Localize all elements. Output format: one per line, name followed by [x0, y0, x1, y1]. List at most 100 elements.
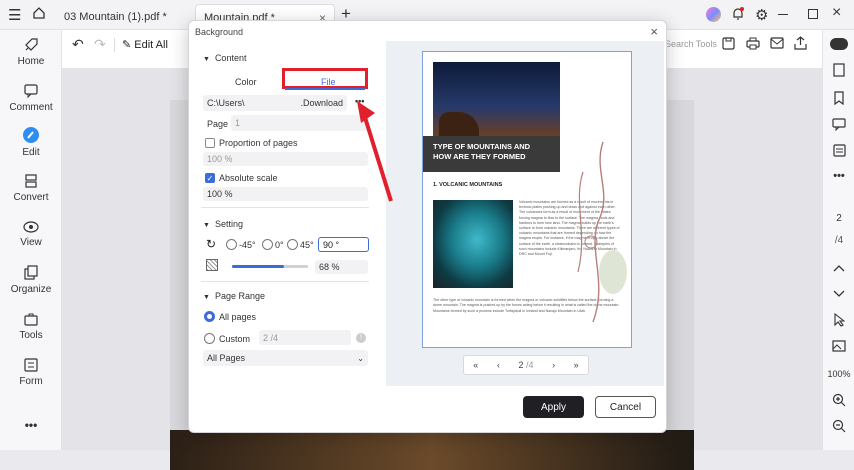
custom-radio[interactable]: [204, 333, 215, 344]
chevron-up-icon[interactable]: [823, 258, 854, 278]
tab-label: 03 Mountain (1).pdf *: [64, 11, 167, 23]
divider: [201, 281, 369, 282]
page-range-section-header[interactable]: ▼ Page Range: [203, 291, 265, 301]
minimize-icon[interactable]: [778, 14, 788, 15]
rotate-icon: ↻: [206, 237, 217, 251]
share-icon[interactable]: [794, 36, 807, 50]
sidebar-item-comment[interactable]: Comment: [0, 82, 62, 113]
absolute-scale-input[interactable]: 100 %: [203, 187, 368, 201]
save-icon[interactable]: [722, 37, 735, 50]
info-icon: !: [356, 333, 366, 343]
opacity-input[interactable]: 68 %: [315, 260, 368, 274]
prev-page-icon[interactable]: ‹: [497, 360, 500, 370]
hamburger-menu-icon[interactable]: ☰: [8, 6, 21, 24]
properties-icon[interactable]: [823, 140, 854, 160]
file-path-right: .Download: [300, 98, 343, 108]
apply-button[interactable]: Apply: [523, 396, 584, 418]
caret-down-icon: ▼: [203, 56, 210, 63]
tools-icon: [0, 310, 62, 328]
file-path-field[interactable]: C:\Users\ .Download: [203, 95, 347, 111]
caret-down-icon: ▼: [203, 222, 210, 229]
custom-label: Custom: [219, 334, 251, 344]
file-path-left: C:\Users\: [207, 98, 245, 108]
total-pages: /4: [525, 360, 534, 370]
sidebar-item-form[interactable]: Form: [0, 356, 62, 387]
chevron-down-icon[interactable]: [823, 284, 854, 304]
last-page-icon[interactable]: »: [574, 360, 579, 370]
zoom-in-icon[interactable]: [823, 390, 854, 410]
more-icon[interactable]: •••: [0, 418, 62, 432]
edit-all-button[interactable]: ✎ Edit All: [122, 38, 168, 51]
proportion-checkbox[interactable]: [205, 138, 215, 148]
thumbnail-icon[interactable]: [823, 60, 854, 80]
image-icon[interactable]: [823, 336, 854, 356]
zoom-out-icon[interactable]: [823, 416, 854, 436]
caret-down-icon: ▼: [203, 294, 210, 301]
proportion-input[interactable]: 100 %: [203, 152, 368, 166]
undo-icon[interactable]: ↶: [72, 36, 84, 53]
print-icon[interactable]: [746, 37, 760, 50]
tab-color[interactable]: Color: [235, 77, 257, 87]
right-rail: ••• 2 /4 100%: [822, 30, 854, 450]
page-indicator[interactable]: 2 /4: [518, 360, 533, 370]
red-arrow-annotation: [357, 101, 393, 202]
rotate-0-label: 0°: [275, 240, 284, 250]
rotate-0-radio[interactable]: [262, 239, 273, 250]
comment-icon: [0, 82, 62, 100]
proportion-value: 100 %: [207, 154, 233, 164]
page-input[interactable]: 1: [231, 115, 369, 131]
left-rail: Home Comment Edit Convert View Organize …: [0, 30, 62, 450]
more-options-icon[interactable]: •••: [823, 166, 854, 186]
gear-icon[interactable]: ⚙: [755, 6, 768, 24]
divider: [114, 38, 115, 52]
opacity-slider[interactable]: [232, 265, 308, 268]
next-page-icon[interactable]: ›: [552, 360, 555, 370]
rotate-45-radio[interactable]: [287, 239, 298, 250]
select-cursor-icon[interactable]: [823, 310, 854, 330]
tab-file[interactable]: File: [321, 77, 336, 87]
sidebar-item-view[interactable]: View: [0, 218, 62, 248]
close-window-icon[interactable]: ×: [832, 4, 841, 22]
redo-icon[interactable]: ↷: [94, 36, 106, 53]
sidebar-item-label: Convert: [13, 192, 49, 203]
sidebar-item-label: View: [20, 237, 42, 248]
form-icon: [0, 356, 62, 374]
absolute-scale-label: Absolute scale: [219, 173, 278, 183]
comment-panel-icon[interactable]: [823, 114, 854, 134]
cancel-button[interactable]: Cancel: [595, 396, 656, 418]
restore-icon[interactable]: [808, 9, 818, 19]
sidebar-item-convert[interactable]: Convert: [0, 172, 62, 203]
bookmark-icon[interactable]: [823, 88, 854, 108]
rotate-neg45-radio[interactable]: [226, 239, 237, 250]
sidebar-item-home[interactable]: Home: [0, 36, 62, 67]
geyser-pool-image: [433, 200, 513, 288]
content-section-header[interactable]: ▼ Content: [203, 53, 246, 63]
sidebar-item-label: Form: [19, 376, 43, 387]
all-pages-radio[interactable]: [204, 311, 215, 322]
rotation-value: 90 °: [323, 239, 340, 250]
home-icon[interactable]: [32, 6, 46, 20]
absolute-scale-checkbox[interactable]: ✓: [205, 173, 215, 183]
absolute-scale-value: 100 %: [207, 189, 233, 199]
page-label: Page: [207, 119, 229, 129]
first-page-icon[interactable]: «: [473, 360, 478, 370]
setting-section-header[interactable]: ▼ Setting: [203, 219, 243, 229]
tab-03-mountain[interactable]: 03 Mountain (1).pdf *: [56, 4, 191, 30]
sidebar-item-edit[interactable]: Edit: [0, 126, 62, 158]
page-range-select[interactable]: All Pages ⌄: [203, 350, 368, 366]
ai-chat-icon[interactable]: [823, 34, 854, 54]
search-tools-input[interactable]: Search Tools: [665, 39, 717, 49]
rotation-input[interactable]: 90 °: [318, 237, 369, 252]
close-icon[interactable]: ×: [650, 24, 658, 39]
sidebar-item-organize[interactable]: Organize: [0, 264, 62, 295]
section-label: Setting: [214, 219, 243, 229]
bell-icon[interactable]: [731, 6, 745, 21]
mail-icon[interactable]: [770, 37, 784, 49]
page-number-display: 2: [836, 212, 842, 224]
custom-range-input[interactable]: 2 /4: [259, 330, 351, 345]
custom-range-value: 2 /4: [263, 332, 279, 343]
rotate-45-label: 45°: [300, 240, 314, 250]
zoom-level[interactable]: 100%: [823, 364, 854, 384]
ai-assistant-icon[interactable]: [706, 7, 721, 22]
sidebar-item-tools[interactable]: Tools: [0, 310, 62, 341]
